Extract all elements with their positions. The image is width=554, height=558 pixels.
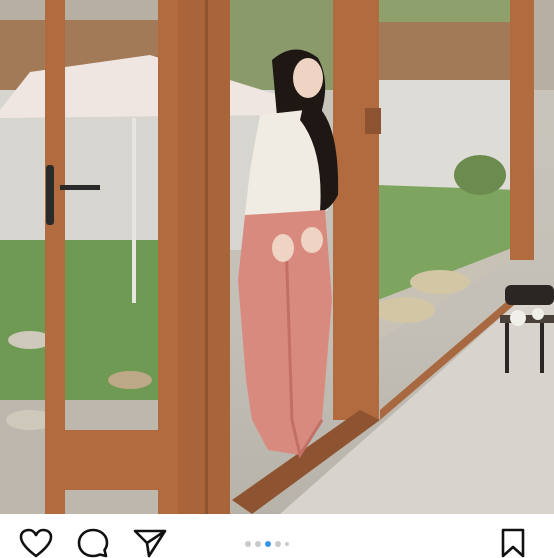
- post-photo[interactable]: [0, 0, 554, 514]
- post-photo-illustration: [0, 0, 554, 514]
- post-action-bar: [0, 514, 554, 558]
- carousel-dot-active: [265, 541, 271, 547]
- carousel-dot: [285, 542, 289, 546]
- carousel-dot: [245, 541, 251, 547]
- carousel-indicator: [245, 540, 293, 548]
- carousel-dot: [275, 541, 281, 547]
- carousel-dot: [255, 541, 261, 547]
